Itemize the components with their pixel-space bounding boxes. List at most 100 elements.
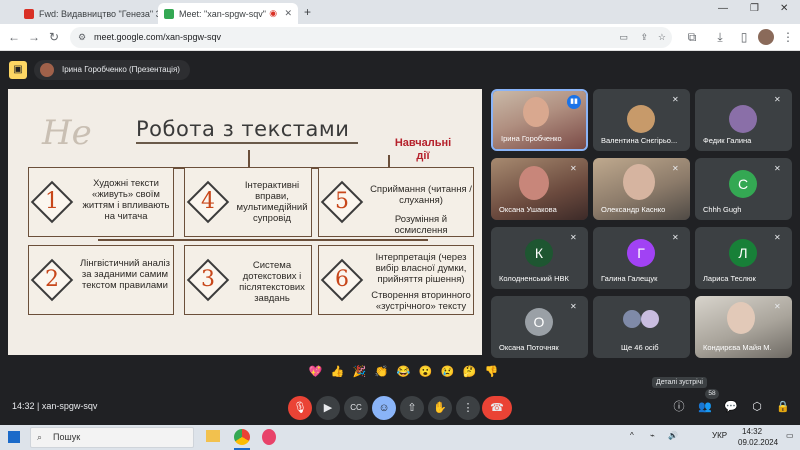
participant-tile[interactable]: ✕ Олександр Каснко [593,158,690,220]
participant-name: Кондирєва Майя М. [703,343,772,352]
close-window-icon[interactable]: ✕ [780,3,788,14]
tooltip: Деталі зустрічі [652,377,707,388]
minimize-icon[interactable]: — [718,3,728,14]
maximize-icon[interactable]: ❐ [750,3,759,14]
card-number: 5 [335,189,349,214]
reaction-heart[interactable]: 💖 [306,363,325,382]
participant-tile[interactable]: Г ✕ Галина Галещук [593,227,690,289]
extensions-icon[interactable]: ⧉ [684,29,700,45]
back-icon[interactable]: ← [6,29,22,45]
address-bar[interactable]: ⚙ meet.google.com/xan-spgw-sqv ▭ ⇪ ☆ [70,27,672,48]
participant-avatar: О [525,308,553,336]
sidebar-icon[interactable]: ▯ [736,29,752,45]
reaction-sad[interactable]: 😢 [438,363,457,382]
taskbar-search[interactable]: ⌕ Пошук [30,427,194,448]
reaction-thumbs-up[interactable]: 👍 [328,363,347,382]
browser-toolbar: ← → ↻ ⚙ meet.google.com/xan-spgw-sqv ▭ ⇪… [0,24,800,51]
tray-chevron-icon[interactable]: ^ [630,431,634,440]
reaction-thinking[interactable]: 🤔 [460,363,479,382]
mic-off-icon: ✕ [774,164,781,173]
network-icon[interactable]: ⌁ [650,431,655,440]
presentation-icon[interactable]: ▣ [9,61,27,79]
participant-name: Федик Галина [703,136,752,145]
reactions-bar: 💖 👍 🎉 👏 😂 😮 😢 🤔 👎 [306,363,501,382]
reaction-thumbs-down[interactable]: 👎 [482,363,501,382]
chat-icon[interactable]: 💬 [722,398,740,416]
participant-tile[interactable]: ✕ Федик Галина [695,89,792,151]
new-tab-button[interactable]: + [304,5,311,19]
slide-card-1: 1 Художні тексти «живуть» своїм життям і… [28,167,174,237]
raise-hand-button[interactable]: ✋ [428,396,452,420]
presenter-chip[interactable]: Ірина Горобченко (Презентація) [34,60,190,80]
menu-kebab-icon[interactable]: ⋮ [780,29,796,45]
paint-icon[interactable] [262,429,276,445]
participant-tile[interactable]: ▮▮ Ірина Горобченко [491,89,588,151]
participant-tile[interactable]: Л ✕ Лариса Теслюк [695,227,792,289]
tab-meet[interactable]: Meet: "xan-spgw-sqv" ◉ ✕ [158,3,298,24]
clock-time[interactable]: 14:32 [742,427,762,436]
participant-photo [729,105,757,133]
participant-tile[interactable]: ✕ Оксана Ушакова [491,158,588,220]
card-text: Сприймання (читання / слухання) [370,184,472,206]
card-text: Лінгвістичний аналіз за заданими самим т… [80,258,170,291]
card-number: 4 [201,189,215,214]
participant-name: Ірина Горобченко [501,134,562,143]
notifications-icon[interactable]: ▭ [786,431,794,440]
card-text: Інтерпретація (через вибір власної думки… [375,252,467,285]
captions-button[interactable]: CC [344,396,368,420]
camera-icon[interactable]: ▭ [619,27,628,48]
recording-indicator-icon: ◉ [269,8,278,18]
os-taskbar: ⌕ Пошук ^ ⌁ 🔊 УКР 14:32 09.02.2024 ▭ [0,425,800,450]
more-participants-tile[interactable]: Ще 46 осіб [593,296,690,358]
close-tab-icon[interactable]: ✕ [280,8,292,19]
reactions-button[interactable]: ☺ [372,396,396,420]
mic-toggle-button[interactable]: 🎙 [288,396,312,420]
slide-card-5: 5 Сприймання (читання / слухання) Розумі… [318,167,474,237]
clock-date[interactable]: 09.02.2024 [738,438,778,447]
participant-photo [641,310,659,328]
forward-icon[interactable]: → [26,29,42,45]
people-icon[interactable]: 👥 [696,398,714,416]
reaction-clap[interactable]: 👏 [372,363,391,382]
reload-icon[interactable]: ↻ [46,29,62,45]
site-info-icon[interactable]: ⚙ [78,27,86,48]
slide-side-label: Навчальні дії [394,137,452,162]
downloads-icon[interactable]: ⤓ [712,29,728,45]
participant-avatar: К [525,239,553,267]
language-indicator[interactable]: УКР [712,431,727,440]
card-text: Художні тексти «живуть» своїм життям і в… [82,178,170,222]
host-controls-icon[interactable]: 🔒 [774,398,792,416]
participant-tile[interactable]: К ✕ Колодненський НВК [491,227,588,289]
reaction-party[interactable]: 🎉 [350,363,369,382]
speaking-indicator-icon: ▮▮ [567,95,581,109]
chrome-icon[interactable] [234,429,250,445]
reaction-surprised[interactable]: 😮 [416,363,435,382]
participant-tile[interactable]: ✕ Кондирєва Майя М. [695,296,792,358]
meeting-details-icon[interactable]: ⓘ [670,398,688,416]
file-explorer-icon[interactable] [206,430,220,442]
windows-start-icon[interactable] [8,431,20,443]
tab-label: Meet: "xan-spgw-sqv" [179,8,266,19]
participant-photo [627,105,655,133]
present-button[interactable]: ⇧ [400,396,424,420]
profile-avatar[interactable] [758,29,774,45]
participant-tile[interactable]: ✕ Валентина Снєгірьо... [593,89,690,151]
participant-name: Валентина Снєгірьо... [601,136,678,145]
card-number: 3 [201,267,215,292]
tab-gmail[interactable]: Fwd: Видавництво "Генеза" З ✕ [18,3,158,24]
presentation-slide: Не Робота з текстами Навчальні дії 1 Худ… [8,89,482,355]
bookmark-star-icon[interactable]: ☆ [658,27,666,48]
mic-off-icon: ✕ [570,302,577,311]
participant-face [519,166,549,200]
leave-call-button[interactable]: ☎ [482,396,512,420]
volume-icon[interactable]: 🔊 [668,431,678,440]
reaction-laugh[interactable]: 😂 [394,363,413,382]
more-options-button[interactable]: ⋮ [456,396,480,420]
share-icon[interactable]: ⇪ [640,27,648,48]
participant-name: Олександр Каснко [601,205,666,214]
activities-icon[interactable]: ⬡ [748,398,766,416]
participant-tile[interactable]: О ✕ Оксана Поточняк [491,296,588,358]
participant-tile[interactable]: C ✕ Chhh Gugh [695,158,792,220]
camera-toggle-button[interactable]: ▶ [316,396,340,420]
mic-off-icon: ✕ [774,95,781,104]
